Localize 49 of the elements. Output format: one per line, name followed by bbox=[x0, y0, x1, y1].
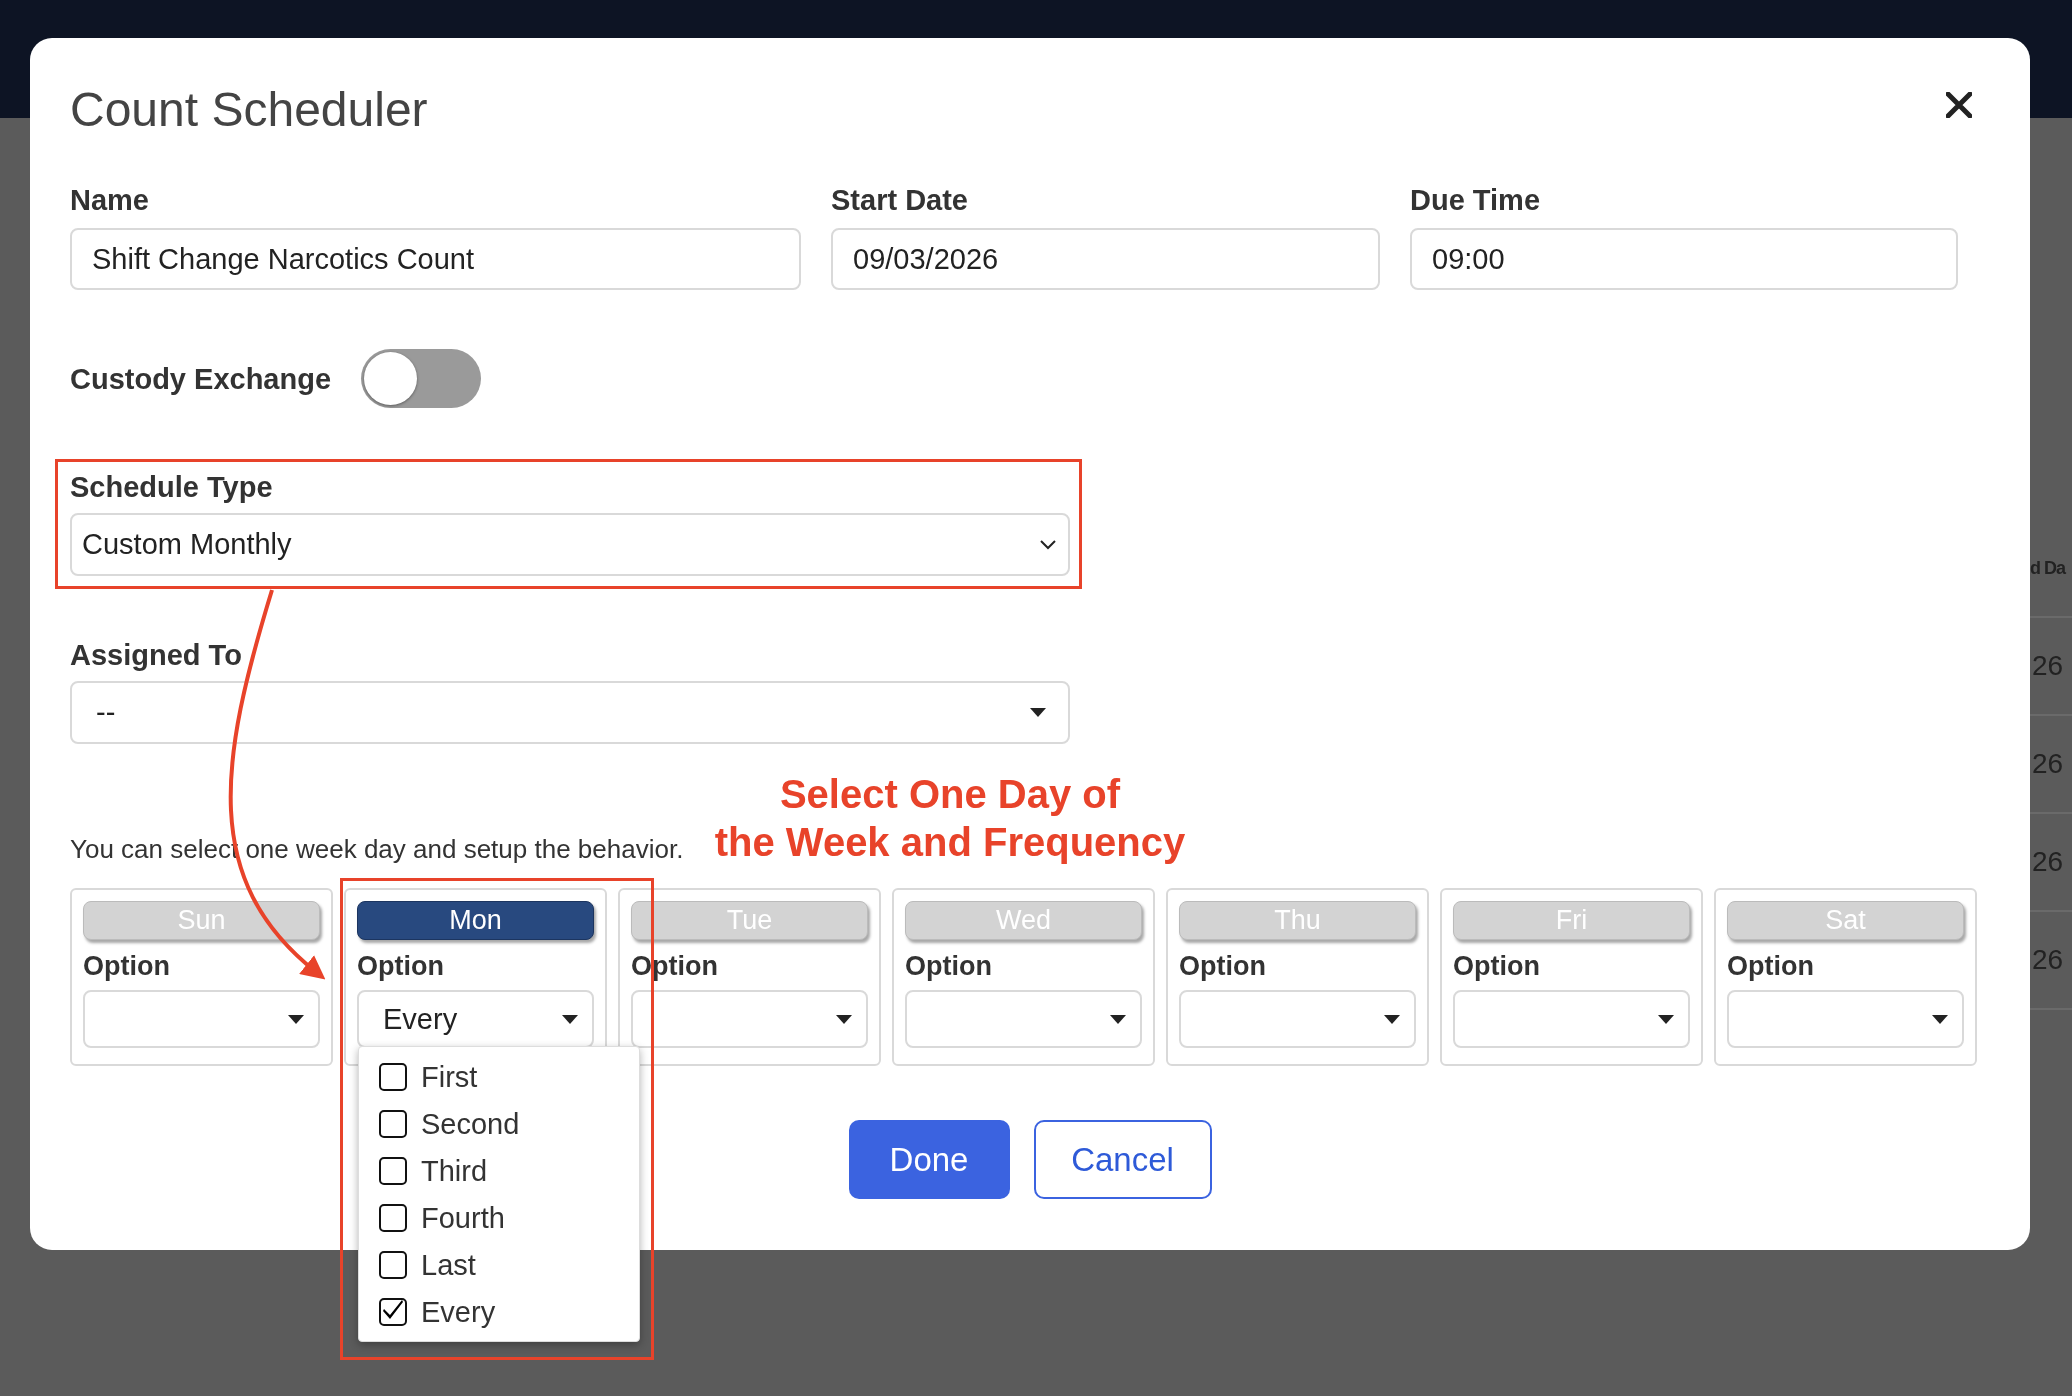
checkbox[interactable] bbox=[379, 1203, 407, 1232]
menu-option[interactable]: Fourth bbox=[359, 1194, 639, 1241]
close-icon[interactable] bbox=[1946, 92, 1972, 118]
annotation-text: Select One Day of the Week and Frequency bbox=[713, 771, 1187, 866]
caret-icon bbox=[288, 1014, 304, 1024]
menu-option[interactable]: Last bbox=[359, 1241, 639, 1288]
done-button[interactable]: Done bbox=[848, 1120, 1010, 1199]
assigned-to-select[interactable]: -- bbox=[70, 681, 1070, 744]
option-label: Option bbox=[1727, 950, 1814, 982]
checkbox[interactable] bbox=[379, 1062, 407, 1091]
checkbox[interactable] bbox=[379, 1156, 407, 1185]
menu-option[interactable]: Second bbox=[359, 1100, 639, 1147]
start-date-field[interactable]: 09/03/2026 bbox=[831, 228, 1380, 290]
caret-icon bbox=[1384, 1014, 1400, 1024]
menu-option[interactable]: Third bbox=[359, 1147, 639, 1194]
option-label: Option bbox=[1453, 950, 1540, 982]
caret-icon bbox=[562, 1014, 578, 1024]
caret-icon bbox=[1110, 1014, 1126, 1024]
option-label: Option bbox=[1179, 950, 1266, 982]
caret-icon bbox=[1030, 708, 1046, 717]
dialog-title: Count Scheduler bbox=[70, 82, 428, 138]
background-table-cell: 26 bbox=[2032, 846, 2064, 878]
toggle-label: Custody Exchange bbox=[70, 361, 332, 397]
field-label: Assigned To bbox=[70, 638, 242, 673]
menu-option[interactable]: First bbox=[359, 1053, 639, 1100]
option-label: Option bbox=[83, 950, 170, 982]
background-table-cell: 26 bbox=[2032, 748, 2064, 780]
caret-icon bbox=[836, 1014, 852, 1024]
checkbox[interactable] bbox=[379, 1250, 407, 1279]
caret-icon bbox=[1658, 1014, 1674, 1024]
background-table-cell: 26 bbox=[2032, 650, 2064, 682]
due-time-field[interactable]: 09:00 bbox=[1410, 228, 1958, 290]
option-label: Option bbox=[357, 950, 444, 982]
field-label: Schedule Type bbox=[70, 470, 273, 505]
menu-option[interactable]: Every bbox=[359, 1288, 639, 1335]
day-tab[interactable]: Mon bbox=[357, 901, 594, 940]
caret-icon bbox=[1932, 1014, 1948, 1024]
field-label: Due Time bbox=[1410, 183, 1540, 218]
background-table-cell: 26 bbox=[2032, 944, 2064, 976]
schedule-type-select[interactable]: Custom Monthly bbox=[70, 513, 1070, 576]
cancel-button[interactable]: Cancel bbox=[1033, 1120, 1212, 1199]
option-label: Option bbox=[905, 950, 992, 982]
checkbox[interactable] bbox=[379, 1297, 407, 1326]
name-field[interactable]: Shift Change Narcotics Count bbox=[70, 228, 801, 290]
field-label: Start Date bbox=[831, 183, 968, 218]
field-label: Name bbox=[70, 183, 149, 218]
chevron-down-icon bbox=[1040, 539, 1056, 550]
background-column-header: d Da bbox=[2030, 557, 2065, 579]
checkbox[interactable] bbox=[379, 1109, 407, 1138]
